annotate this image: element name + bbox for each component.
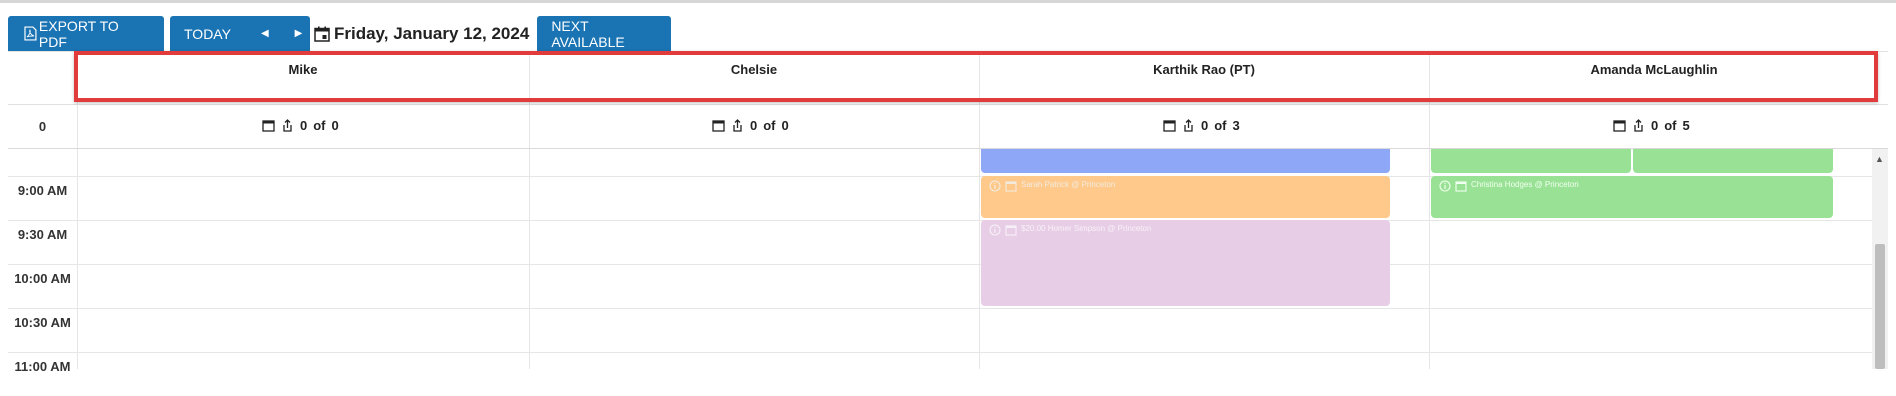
total-count: 5 bbox=[1682, 118, 1690, 133]
pdf-icon bbox=[24, 26, 37, 41]
of-label: of bbox=[763, 118, 776, 133]
booking-count-row: 0 0 of 0 0 of 0 0 of 3 0 of 5 bbox=[8, 105, 1888, 149]
total-count: 3 bbox=[1232, 118, 1240, 133]
appointment-block[interactable]: Sarah Patrick @ Princeton bbox=[981, 176, 1390, 218]
count-amanda-mclaughlin: 0 of 5 bbox=[1613, 118, 1690, 133]
calendar-icon[interactable] bbox=[712, 119, 725, 132]
today-button[interactable]: TODAY bbox=[184, 26, 231, 42]
scrollbar-thumb[interactable] bbox=[1875, 244, 1885, 369]
corner-count: 0 bbox=[38, 119, 47, 134]
appointment-block[interactable]: $20.00 Homer Simpson @ Princeton bbox=[981, 220, 1390, 306]
calendar-icon[interactable] bbox=[1005, 180, 1017, 192]
top-border bbox=[0, 0, 1896, 3]
calendar-icon[interactable] bbox=[262, 119, 275, 132]
export-pdf-button[interactable]: EXPORT TO PDF bbox=[8, 16, 164, 51]
vertical-scrollbar[interactable]: ▲ bbox=[1872, 149, 1888, 369]
calendar-icon bbox=[314, 26, 330, 42]
scroll-up-icon[interactable]: ▲ bbox=[1875, 154, 1884, 164]
share-icon[interactable] bbox=[281, 119, 294, 132]
appointment-block[interactable] bbox=[1431, 149, 1631, 173]
info-icon[interactable] bbox=[989, 224, 1001, 236]
of-label: of bbox=[313, 118, 326, 133]
appointment-text: Christina Hodges @ Princeton bbox=[1471, 180, 1579, 189]
calendar-icon[interactable] bbox=[1163, 119, 1176, 132]
appointment-block[interactable]: Christina Hodges @ Princeton bbox=[1431, 176, 1833, 218]
time-label: 9:30 AM bbox=[17, 227, 68, 242]
time-slot-row[interactable] bbox=[8, 352, 1872, 396]
appointment-block[interactable] bbox=[981, 149, 1390, 173]
time-label: 11:00 AM bbox=[14, 359, 71, 374]
share-icon[interactable] bbox=[731, 119, 744, 132]
time-label: 10:00 AM bbox=[14, 271, 71, 286]
count-karthik-rao: 0 of 3 bbox=[1163, 118, 1240, 133]
of-label: of bbox=[1214, 118, 1227, 133]
count-mike: 0 of 0 bbox=[262, 118, 339, 133]
provider-karthik-rao[interactable]: Karthik Rao (PT) bbox=[979, 62, 1429, 77]
today-button-group: TODAY ◀ ▶ bbox=[170, 16, 310, 51]
booked-count: 0 bbox=[1651, 118, 1659, 133]
time-slot-row[interactable] bbox=[8, 220, 1872, 264]
time-slot-row[interactable] bbox=[8, 264, 1872, 308]
previous-day-icon[interactable]: ◀ bbox=[261, 28, 269, 39]
of-label: of bbox=[1664, 118, 1677, 133]
provider-chelsie[interactable]: Chelsie bbox=[529, 62, 979, 77]
share-icon[interactable] bbox=[1182, 119, 1195, 132]
date-label: Friday, January 12, 2024 bbox=[334, 23, 530, 43]
provider-amanda-mclaughlin[interactable]: Amanda McLaughlin bbox=[1429, 62, 1879, 77]
schedule-grid: Mike Chelsie Karthik Rao (PT) Amanda McL… bbox=[8, 51, 1888, 374]
total-count: 0 bbox=[781, 118, 789, 133]
current-date[interactable]: Friday, January 12, 2024 bbox=[314, 16, 529, 51]
next-available-button[interactable]: NEXT AVAILABLE bbox=[537, 16, 672, 51]
calendar-icon[interactable] bbox=[1455, 180, 1467, 192]
export-pdf-label: EXPORT TO PDF bbox=[38, 17, 119, 50]
time-slot-row[interactable] bbox=[8, 308, 1872, 352]
appointment-block[interactable] bbox=[1633, 149, 1833, 173]
time-label: 10:30 AM bbox=[14, 315, 71, 330]
toolbar: EXPORT TO PDF TODAY ◀ ▶ Friday, January … bbox=[8, 16, 672, 51]
count-chelsie: 0 of 0 bbox=[712, 118, 789, 133]
booked-count: 0 bbox=[1201, 118, 1209, 133]
info-icon[interactable] bbox=[989, 180, 1001, 192]
total-count: 0 bbox=[331, 118, 339, 133]
appointment-text: Sarah Patrick @ Princeton bbox=[1021, 180, 1116, 189]
booked-count: 0 bbox=[750, 118, 758, 133]
next-day-icon[interactable]: ▶ bbox=[295, 28, 303, 39]
info-icon[interactable] bbox=[1439, 180, 1451, 192]
appointment-text: $20.00 Homer Simpson @ Princeton bbox=[1021, 224, 1152, 233]
calendar-icon[interactable] bbox=[1613, 119, 1626, 132]
share-icon[interactable] bbox=[1632, 119, 1645, 132]
time-slots-area: 9:00 AM 9:30 AM 10:00 AM 10:30 AM 11:00 … bbox=[8, 149, 1888, 374]
booked-count: 0 bbox=[300, 118, 308, 133]
provider-header-row: Mike Chelsie Karthik Rao (PT) Amanda McL… bbox=[8, 52, 1888, 105]
calendar-icon[interactable] bbox=[1005, 224, 1017, 236]
time-label: 9:00 AM bbox=[17, 183, 68, 198]
provider-mike[interactable]: Mike bbox=[77, 62, 529, 77]
